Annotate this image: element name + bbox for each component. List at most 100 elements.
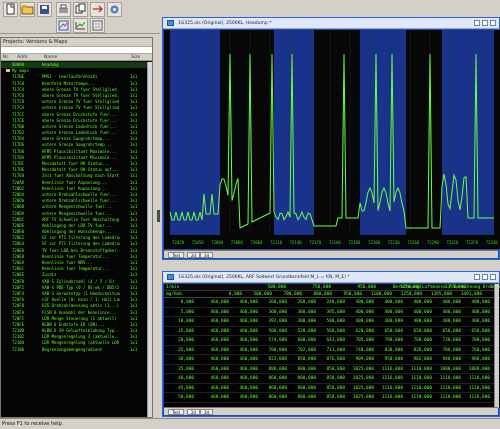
table-cell[interactable]: 860,000 xyxy=(259,384,287,394)
table-row[interactable]: 30,000 460,000 460,000 822,000 850,000 876,00… xyxy=(164,355,500,365)
table-cell[interactable]: 5,000 xyxy=(166,308,194,318)
table-cell[interactable]: 460,000 xyxy=(230,336,258,346)
table-cell[interactable]: 1110,000 xyxy=(404,393,432,403)
table-cell[interactable]: 460,000 xyxy=(201,308,229,318)
table-cell[interactable]: 1025,000 xyxy=(346,365,374,375)
table-cell[interactable]: 1110,000 xyxy=(433,384,461,394)
table-cell[interactable]: 380,000 xyxy=(288,317,316,327)
table-cell[interactable]: 400,000 xyxy=(375,308,403,318)
table-row[interactable]: 25,000 460,000 460,000 700,000 702,000 711,00… xyxy=(164,346,500,356)
table-cell[interactable]: 574,000 xyxy=(259,336,287,346)
tab-2d[interactable]: 2d xyxy=(187,409,201,415)
table-cell[interactable]: 560,000 xyxy=(317,327,345,337)
table-cell[interactable]: 0,000 xyxy=(166,298,194,308)
table-cell[interactable]: 820,000 xyxy=(404,346,432,356)
table-cell[interactable]: 1025,000 xyxy=(346,374,374,384)
table-cell[interactable]: 460,000 xyxy=(230,393,258,403)
table-cell[interactable]: 850,000 xyxy=(317,393,345,403)
table-cell[interactable]: 240,000 xyxy=(317,298,345,308)
chart-icon[interactable] xyxy=(73,18,88,33)
tab-text[interactable]: Text xyxy=(168,409,185,415)
table-cell[interactable]: 260,000 xyxy=(259,298,287,308)
table-cell[interactable]: 760,000 xyxy=(462,346,490,356)
table-cell[interactable]: 650,000 xyxy=(433,327,461,337)
table-cell[interactable]: 460,000 xyxy=(230,308,258,318)
maximize-icon[interactable] xyxy=(482,20,488,26)
table-cell[interactable]: 460,000 xyxy=(230,346,258,356)
table-cell[interactable]: 950,000 xyxy=(375,355,403,365)
table-cell[interactable]: 400,000 xyxy=(404,317,432,327)
table-cell[interactable]: 400,000 xyxy=(346,298,374,308)
table-cell[interactable]: 400,000 xyxy=(462,308,490,318)
window-controls[interactable] xyxy=(472,274,496,281)
table-cell[interactable]: 880,000 xyxy=(288,393,316,403)
table-cell[interactable]: 860,000 xyxy=(259,374,287,384)
table-cell[interactable]: 20,000 xyxy=(166,336,194,346)
table-cell[interactable]: 850,000 xyxy=(288,355,316,365)
table-cell[interactable]: 620,000 xyxy=(346,327,374,337)
maximize-icon[interactable] xyxy=(482,274,488,280)
table-cell[interactable]: 30,000 xyxy=(166,355,194,365)
table-cell[interactable]: 460,000 xyxy=(201,355,229,365)
table-window[interactable]: 1G325.ols (Original), 2506KL, ARF Sollwe… xyxy=(162,271,500,417)
table-cell[interactable]: 860,000 xyxy=(259,393,287,403)
table-cell[interactable]: 520,000 xyxy=(288,327,316,337)
table-cell[interactable]: 1110,000 xyxy=(433,393,461,403)
table-cell[interactable]: 460,000 xyxy=(201,346,229,356)
close-icon[interactable] xyxy=(490,20,496,26)
table-cell[interactable]: 10,000 xyxy=(166,317,194,327)
table-cell[interactable]: 600,000 xyxy=(288,336,316,346)
panel-splitter[interactable] xyxy=(157,210,160,222)
table-cell[interactable]: 360,000 xyxy=(259,308,287,318)
tree-scrollbar[interactable] xyxy=(147,62,152,417)
table-cell[interactable]: 880,000 xyxy=(288,374,316,384)
table-cell[interactable]: 395,000 xyxy=(317,308,345,318)
table-cell[interactable]: 730,000 xyxy=(433,336,461,346)
map-tree[interactable]: 00000 Headump My maps 717BE PMSi - Leerlaufd… xyxy=(1,62,152,417)
table-cell[interactable]: 850,000 xyxy=(317,384,345,394)
list-item[interactable]: 72106 Begrenzungsmengengradient 1x1 xyxy=(1,347,152,353)
table-cell[interactable]: 850,000 xyxy=(317,374,345,384)
table-scrollbar[interactable] xyxy=(494,284,499,408)
table-row[interactable]: 15,000 460,000 460,000 500,000 520,000 560,00… xyxy=(164,327,500,337)
table-cell[interactable]: 700,000 xyxy=(462,336,490,346)
table-cell[interactable]: 460,000 xyxy=(230,374,258,384)
table-cell[interactable]: 460,000 xyxy=(230,355,258,365)
filter-input[interactable] xyxy=(1,46,152,54)
table-cell[interactable]: 790,000 xyxy=(375,336,403,346)
table-cell[interactable]: 700,000 xyxy=(259,346,287,356)
table-cell[interactable]: 1110,000 xyxy=(404,374,432,384)
table-cell[interactable]: 460,000 xyxy=(230,298,258,308)
table-cell[interactable]: 1116,000 xyxy=(375,384,403,394)
graph-window[interactable]: 1G325.ols (Original), 2506KL, Headump * … xyxy=(162,17,500,260)
table-row[interactable]: 35,000 460,000 460,000 880,000 880,000 850,00… xyxy=(164,365,500,375)
table-cell[interactable]: 1080,000 xyxy=(433,365,461,375)
table-icon[interactable] xyxy=(90,18,105,33)
table-cell[interactable]: 260,000 xyxy=(288,298,316,308)
compare-icon[interactable] xyxy=(90,2,105,17)
table-cell[interactable]: 45,000 xyxy=(166,384,194,394)
table-cell[interactable]: 1110,000 xyxy=(404,365,432,375)
tab-3d[interactable]: 3d xyxy=(200,252,214,258)
table-cell[interactable]: 1110,000 xyxy=(462,374,490,384)
hex-graph[interactable]: 72020 72050 72080 720B0 720E0 72110 72140 72170… xyxy=(164,30,500,249)
table-cell[interactable]: 400,000 xyxy=(375,298,403,308)
table-cell[interactable]: 400,000 xyxy=(404,298,432,308)
save-icon[interactable] xyxy=(37,2,52,17)
open-folder-icon[interactable] xyxy=(20,2,35,17)
table-cell[interactable]: 460,000 xyxy=(201,336,229,346)
table-cell[interactable]: 822,000 xyxy=(259,355,287,365)
table-cell[interactable]: 711,000 xyxy=(317,346,345,356)
table-cell[interactable]: 40,000 xyxy=(166,374,194,384)
tab-text[interactable]: Text xyxy=(168,252,185,258)
table-row[interactable]: 10,000 460,000 460,000 392,000 380,000 500,00… xyxy=(164,317,500,327)
table-cell[interactable]: 880,000 xyxy=(288,365,316,375)
table-cell[interactable]: 35,000 xyxy=(166,365,194,375)
table-cell[interactable]: 1110,000 xyxy=(433,374,461,384)
table-cell[interactable]: 460,000 xyxy=(230,317,258,327)
table-cell[interactable]: 940,000 xyxy=(433,355,461,365)
table-cell[interactable]: 1110,000 xyxy=(462,384,490,394)
table-cell[interactable]: 400,000 xyxy=(404,308,432,318)
table-cell[interactable]: 15,000 xyxy=(166,327,194,337)
table-cell[interactable]: 50,000 xyxy=(166,393,194,403)
